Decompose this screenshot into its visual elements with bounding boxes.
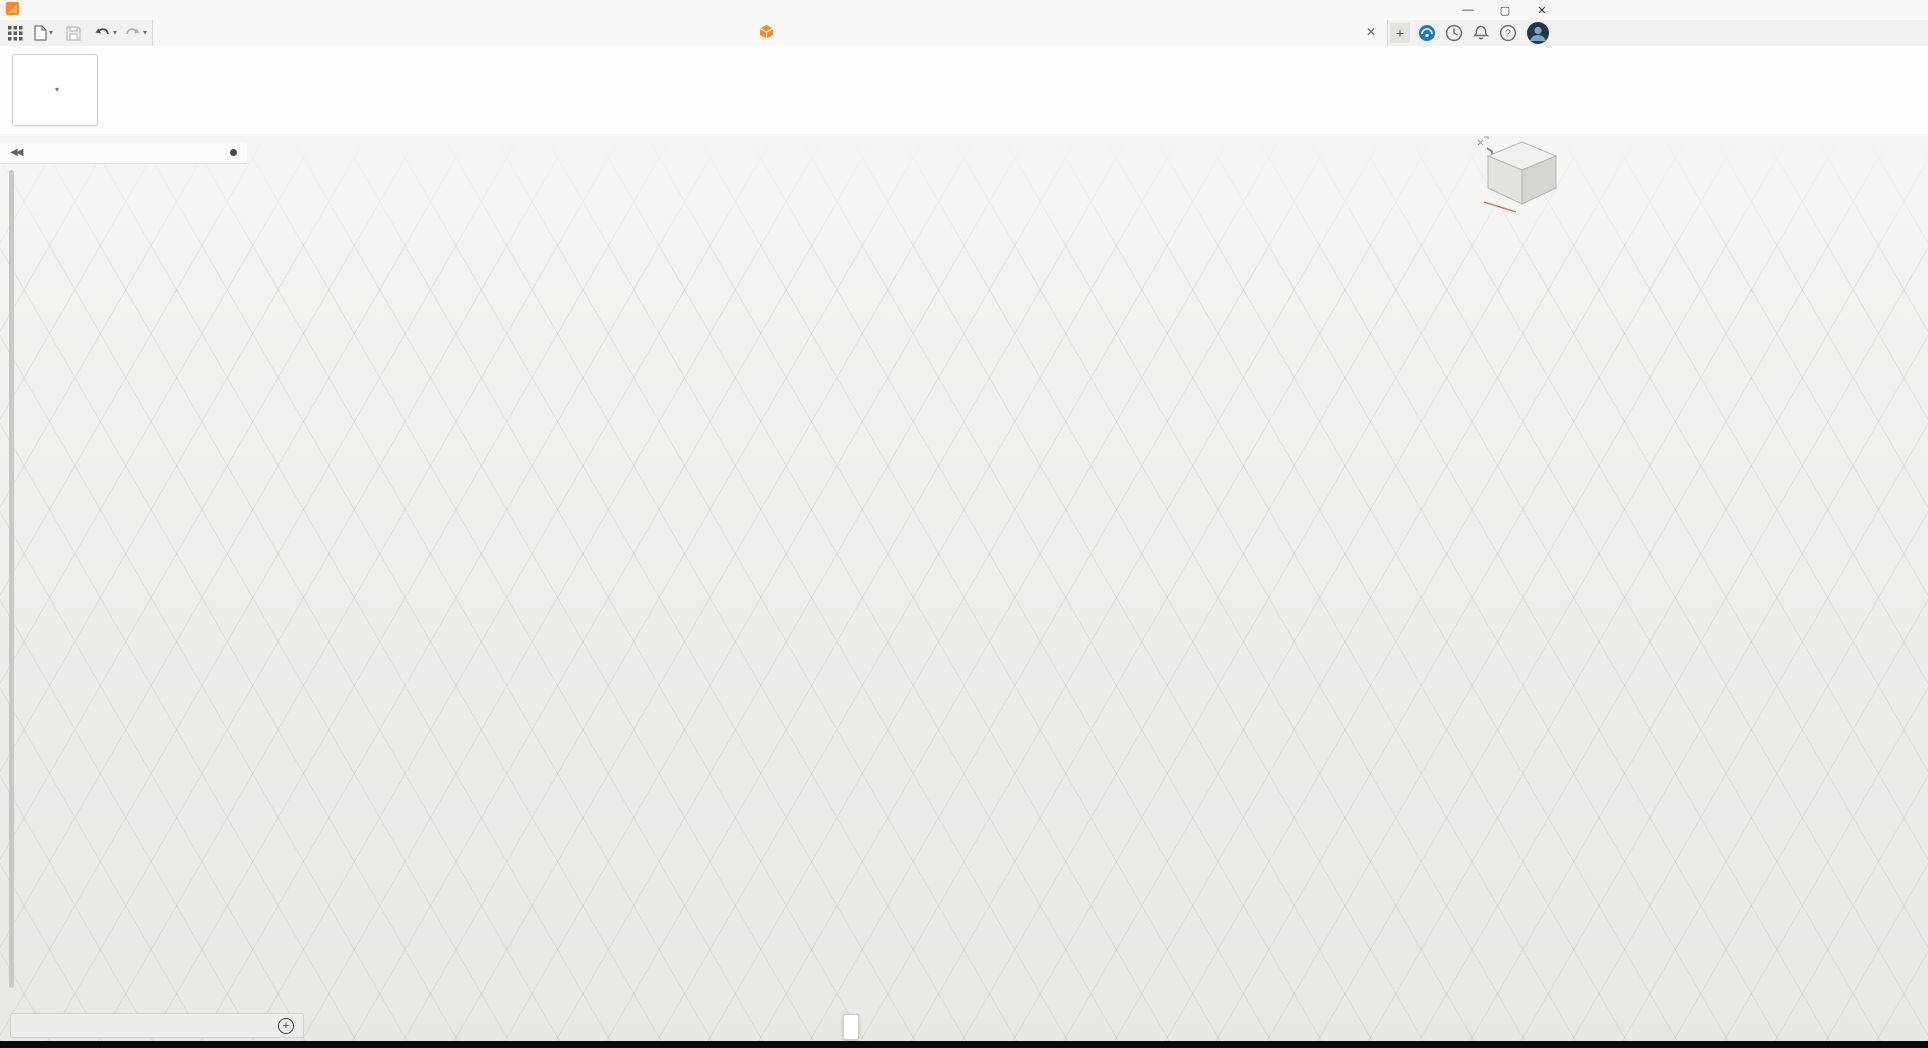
model-canvas[interactable] [0,134,1928,1041]
viewcube-x-axis-line [1484,202,1516,212]
document-tab[interactable]: ✕ [152,20,1388,46]
redo-icon[interactable]: ▾ [124,24,147,42]
workspace-selector[interactable]: ▾ [12,54,98,126]
job-status-icon[interactable] [1445,24,1463,42]
help-icon[interactable]: ? [1499,24,1517,42]
maximize-button[interactable]: ▢ [1489,0,1521,20]
document-icon [759,24,774,42]
app-grid-icon[interactable] [8,24,23,42]
add-comment-icon[interactable]: + [278,1018,294,1034]
bottom-black-strip [0,1041,1928,1048]
notifications-bell-icon[interactable] [1472,24,1490,42]
save-icon[interactable] [66,24,81,42]
panel-options-icon[interactable] [230,149,237,156]
fusion360-window: — ▢ ✕ ▾ ▾ ▾ ✕ + [0,0,1928,1048]
home-icon[interactable] [1478,137,1488,145]
ribbon-toolbar: ▾ [0,46,1928,135]
quick-access-toolbar: ▾ ▾ ▾ ✕ + ? [0,20,1928,47]
undo-icon[interactable]: ▾ [94,24,117,42]
view-cube[interactable] [1460,124,1575,229]
minimize-button[interactable]: — [1452,0,1484,20]
avatar[interactable] [1526,21,1550,45]
view-cube-body[interactable] [1488,142,1556,204]
close-button[interactable]: ✕ [1526,0,1558,20]
svg-text:?: ? [1505,29,1511,40]
navigation-bar [843,1014,859,1040]
comment-bar[interactable]: + [10,1013,304,1038]
title-bar: — ▢ ✕ [0,0,1928,20]
browser-header[interactable]: ◀◀ [0,142,247,164]
new-tab-button[interactable]: + [1390,23,1410,43]
document-tab-close-icon[interactable]: ✕ [1363,25,1379,39]
viewport[interactable] [0,134,1928,1041]
file-menu-icon[interactable]: ▾ [34,24,53,42]
browser-scrollbar[interactable] [9,170,14,988]
collapse-panel-icon[interactable]: ◀◀ [10,147,21,158]
fusion-logo-icon [6,2,19,18]
online-status-icon[interactable] [1418,24,1436,42]
